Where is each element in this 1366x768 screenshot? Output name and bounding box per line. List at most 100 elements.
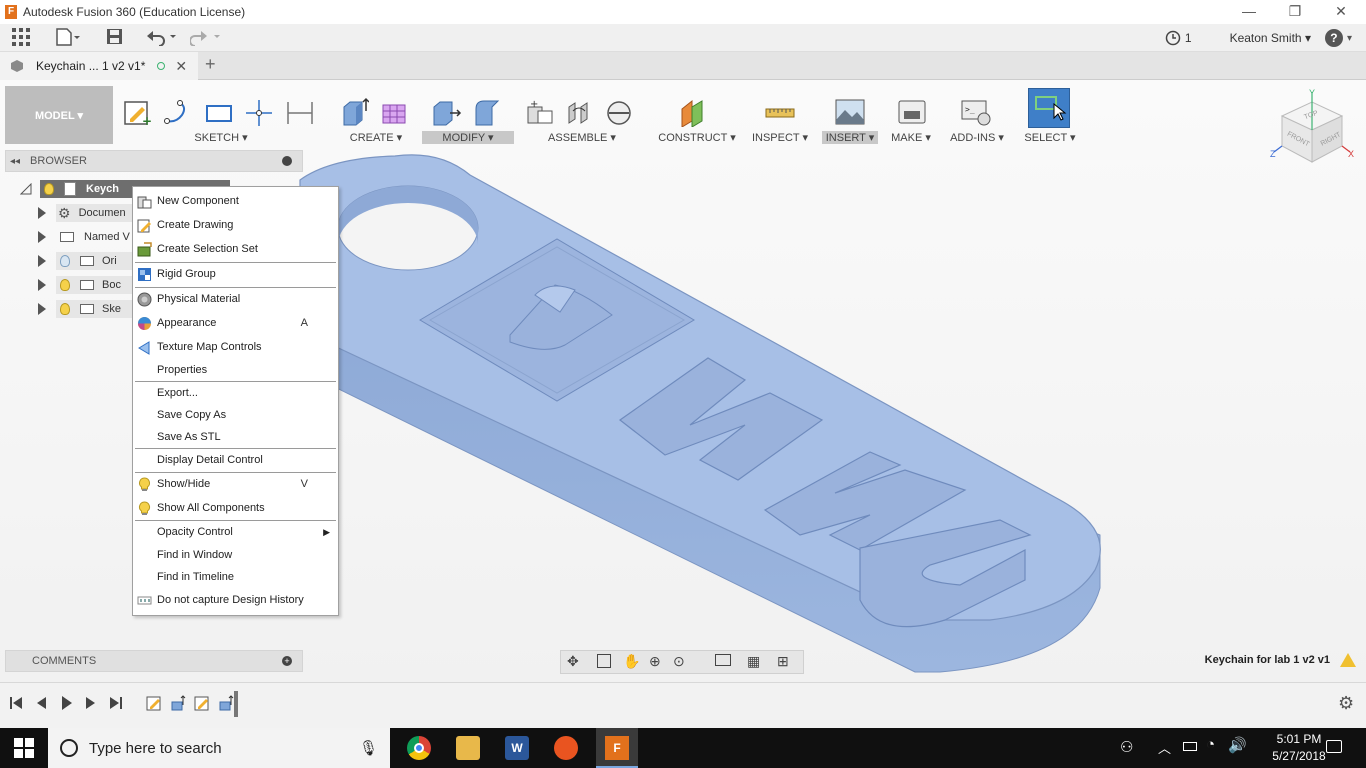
expand-down-icon[interactable]: [20, 183, 32, 195]
dimension-icon[interactable]: [284, 97, 314, 127]
close-window-button[interactable]: ✕: [1318, 0, 1364, 24]
undo-icon[interactable]: [146, 28, 178, 48]
assemble-menu[interactable]: ASSEMBLE ▾: [522, 131, 642, 144]
close-tab-icon[interactable]: ✕: [175, 58, 187, 75]
zoom-icon[interactable]: ⊕: [649, 653, 661, 670]
restore-button[interactable]: ❐: [1272, 0, 1318, 24]
visibility-bulb-icon[interactable]: [60, 279, 70, 291]
create-sketch-icon[interactable]: +: [122, 97, 152, 127]
volume-icon[interactable]: 🔊: [1228, 736, 1247, 754]
add-comment-icon[interactable]: +: [282, 656, 292, 666]
look-at-icon[interactable]: [597, 654, 611, 668]
menu-item-create-drawing[interactable]: Create Drawing: [133, 214, 338, 236]
visibility-bulb-icon[interactable]: [60, 303, 70, 315]
extrude-icon[interactable]: [340, 97, 369, 127]
document-tab[interactable]: Keychain ... 1 v2 v1* ✕: [0, 52, 198, 80]
visibility-bulb-icon[interactable]: [60, 255, 70, 267]
extrude-feature-icon[interactable]: [218, 695, 234, 711]
insert-image-icon[interactable]: [834, 97, 866, 127]
line-icon[interactable]: [243, 97, 273, 127]
motion-link-icon[interactable]: [603, 97, 632, 127]
comments-panel-header[interactable]: COMMENTS +: [5, 650, 303, 672]
sketch-menu[interactable]: SKETCH ▾: [118, 131, 324, 144]
expand-icon[interactable]: [38, 207, 46, 219]
file-explorer-icon[interactable]: [456, 736, 480, 760]
menu-item-save-copy-as[interactable]: Save Copy As: [133, 404, 338, 426]
arc-icon[interactable]: [162, 97, 192, 127]
user-menu[interactable]: Keaton Smith ▾: [1230, 31, 1311, 45]
windows-start-icon[interactable]: [14, 738, 34, 758]
word-icon[interactable]: W: [505, 736, 529, 760]
menu-item-do-not-capture-history[interactable]: Do not capture Design History: [133, 589, 338, 611]
new-component-icon[interactable]: +: [524, 97, 553, 127]
insert-menu[interactable]: INSERT ▾: [822, 131, 878, 144]
menu-item-save-as-stl[interactable]: Save As STL: [133, 426, 338, 448]
workspace-switcher-button[interactable]: MODEL ▾: [5, 86, 113, 144]
tree-item-document-settings[interactable]: ⚙ Documen: [38, 203, 136, 223]
go-to-end-button[interactable]: [110, 697, 122, 709]
tree-item-origin[interactable]: Ori: [38, 251, 136, 271]
select-menu[interactable]: SELECT ▾: [1018, 131, 1082, 144]
menu-item-properties[interactable]: Properties: [133, 359, 338, 381]
select-icon[interactable]: [1028, 88, 1070, 128]
menu-item-physical-material[interactable]: Physical Material: [133, 288, 338, 310]
show-hidden-icons-chevron[interactable]: ︿: [1158, 738, 1171, 757]
measure-icon[interactable]: [764, 97, 796, 127]
inspect-menu[interactable]: INSPECT ▾: [748, 131, 812, 144]
make-menu[interactable]: MAKE ▾: [886, 131, 936, 144]
chrome-icon[interactable]: [407, 736, 431, 760]
orbit-icon[interactable]: ✥: [567, 653, 579, 670]
new-tab-button[interactable]: +: [205, 54, 216, 75]
collapse-panel-icon[interactable]: ◂◂: [10, 156, 20, 167]
offset-plane-icon[interactable]: [678, 97, 710, 127]
menu-item-new-component[interactable]: New Component: [133, 190, 338, 212]
browser-header[interactable]: ◂◂ BROWSER: [5, 150, 303, 172]
taskbar-search-box[interactable]: Type here to search 🎙: [48, 728, 390, 768]
fillet-icon[interactable]: [472, 97, 504, 127]
help-icon[interactable]: ?: [1324, 29, 1343, 47]
extrude-feature-icon[interactable]: [170, 695, 186, 711]
menu-item-show-hide[interactable]: Show/Hide V: [133, 473, 338, 495]
menu-item-rigid-group[interactable]: Rigid Group: [133, 263, 338, 285]
addins-menu[interactable]: ADD-INS ▾: [946, 131, 1008, 144]
expand-icon[interactable]: [38, 231, 46, 243]
expand-icon[interactable]: [38, 279, 46, 291]
data-panel-grid-icon[interactable]: [12, 28, 30, 48]
file-menu-icon[interactable]: [56, 28, 80, 48]
microphone-icon[interactable]: 🎙: [359, 739, 378, 757]
expand-icon[interactable]: [38, 303, 46, 315]
tree-item-named-views[interactable]: Named V: [38, 227, 130, 247]
display-settings-icon[interactable]: [715, 654, 731, 666]
ubuntu-icon[interactable]: [554, 736, 578, 760]
play-button[interactable]: [62, 696, 72, 710]
viewports-icon[interactable]: ⊞: [777, 653, 789, 670]
menu-item-find-in-timeline[interactable]: Find in Timeline: [133, 566, 338, 588]
go-to-start-button[interactable]: [10, 697, 22, 709]
tree-item-sketches[interactable]: Ske: [38, 299, 136, 319]
menu-item-texture-map-controls[interactable]: Texture Map Controls: [133, 336, 338, 358]
create-menu[interactable]: CREATE ▾: [334, 131, 418, 144]
people-icon[interactable]: ⚇: [1120, 738, 1133, 756]
pan-icon[interactable]: ✋: [623, 653, 640, 670]
construct-menu[interactable]: CONSTRUCT ▾: [652, 131, 742, 144]
menu-item-find-in-window[interactable]: Find in Window: [133, 544, 338, 566]
3d-print-icon[interactable]: [896, 97, 926, 127]
menu-item-create-selection-set[interactable]: Create Selection Set: [133, 238, 338, 260]
rectangle-icon[interactable]: [203, 97, 233, 127]
menu-item-export[interactable]: Export...: [133, 382, 338, 404]
minimize-button[interactable]: —: [1226, 0, 1272, 24]
joint-icon[interactable]: [563, 97, 592, 127]
timeline-settings-gear-icon[interactable]: ⚙: [1338, 693, 1354, 714]
battery-icon[interactable]: [1183, 742, 1197, 751]
timeline-marker[interactable]: [234, 691, 238, 717]
warning-icon[interactable]: [1340, 653, 1356, 667]
system-clock[interactable]: 5:01 PM 5/27/2018: [1270, 731, 1328, 765]
form-icon[interactable]: [379, 97, 408, 127]
sketch-feature-icon[interactable]: [194, 695, 210, 711]
tree-item-bodies[interactable]: Boc: [38, 275, 136, 295]
modify-menu[interactable]: MODIFY ▾: [422, 131, 514, 144]
sketch-feature-icon[interactable]: [146, 695, 162, 711]
visibility-bulb-icon[interactable]: [44, 183, 54, 195]
expand-icon[interactable]: [38, 255, 46, 267]
browser-minimize-icon[interactable]: [282, 156, 292, 166]
